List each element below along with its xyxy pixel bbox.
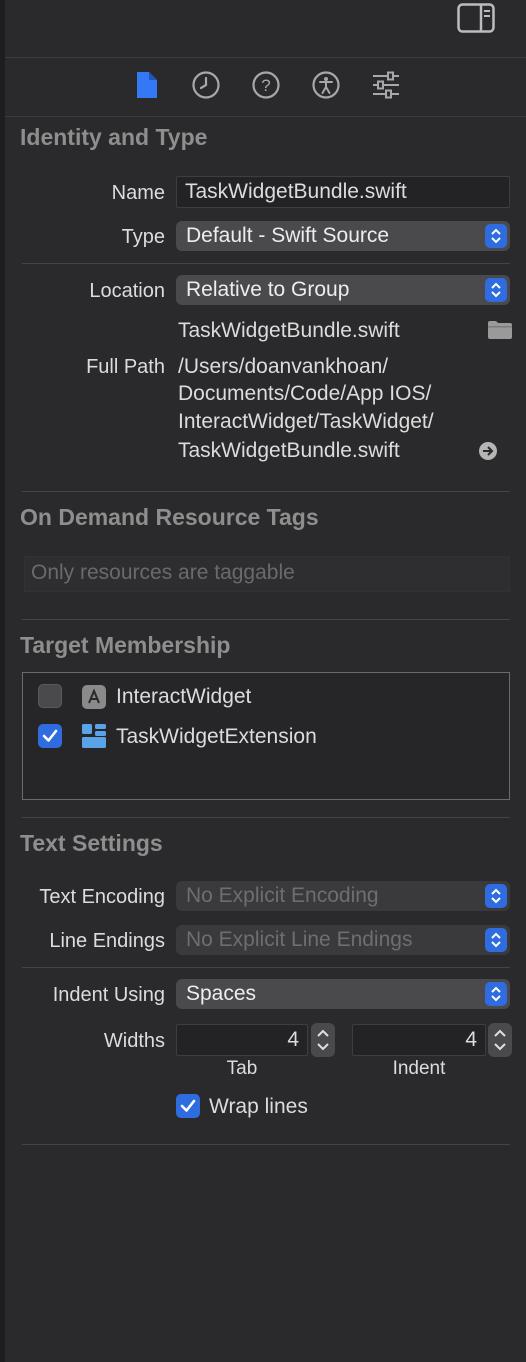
text-settings-section-title: Text Settings xyxy=(20,830,163,856)
line-endings-value: No Explicit Line Endings xyxy=(186,928,413,951)
popup-chevrons-icon xyxy=(485,224,507,248)
target-checkbox-interactwidget[interactable] xyxy=(38,684,62,708)
popup-chevrons-icon xyxy=(485,982,507,1006)
full-path-label: Full Path xyxy=(86,356,165,378)
section-divider-4 xyxy=(22,1144,510,1145)
indent-using-popup[interactable]: Spaces xyxy=(176,979,510,1009)
inspector-top-bar xyxy=(5,0,526,58)
type-popup-value: Default - Swift Source xyxy=(186,224,390,247)
full-path-line-4: TaskWidgetBundle.swift xyxy=(178,439,400,462)
resource-tags-placeholder: Only resources are taggable xyxy=(31,561,295,584)
popup-chevrons-icon xyxy=(485,278,507,302)
indent-caption: Indent xyxy=(392,1058,446,1079)
tab-width-stepper[interactable] xyxy=(311,1023,335,1057)
target-checkbox-taskwidgetextension[interactable] xyxy=(38,724,62,748)
tab-caption: Tab xyxy=(226,1058,258,1079)
resource-tags-field: Only resources are taggable xyxy=(24,556,510,592)
type-popup[interactable]: Default - Swift Source xyxy=(176,221,510,251)
full-path-line-2: Documents/Code/App IOS/ xyxy=(178,382,432,405)
type-label: Type xyxy=(121,226,165,248)
location-popup[interactable]: Relative to Group xyxy=(176,275,510,305)
text-encoding-popup[interactable]: No Explicit Encoding xyxy=(176,881,510,911)
target-label-taskwidgetextension: TaskWidgetExtension xyxy=(116,725,317,748)
location-label: Location xyxy=(89,280,165,302)
widget-extension-icon xyxy=(82,724,106,753)
app-target-icon xyxy=(82,685,106,714)
indent-width-field[interactable]: 4 xyxy=(352,1024,486,1056)
indent-using-value: Spaces xyxy=(186,982,257,1005)
folder-icon[interactable] xyxy=(487,320,513,345)
line-endings-popup[interactable]: No Explicit Line Endings xyxy=(176,925,510,955)
wrap-lines-label: Wrap lines xyxy=(209,1095,308,1118)
on-demand-section-title: On Demand Resource Tags xyxy=(20,504,319,530)
section-divider-3 xyxy=(22,817,510,818)
location-file-name: TaskWidgetBundle.swift xyxy=(178,319,400,342)
popup-chevrons-icon xyxy=(485,928,507,952)
full-path-line-1: /Users/doanvankhoan/ xyxy=(178,355,389,378)
quick-help-icon[interactable]: ? xyxy=(251,70,281,100)
accessibility-icon[interactable] xyxy=(311,70,341,100)
history-icon[interactable] xyxy=(191,70,221,100)
sidebar-toggle-icon[interactable] xyxy=(457,3,495,33)
svg-text:?: ? xyxy=(261,76,270,95)
toolbar-divider xyxy=(5,116,526,117)
text-settings-divider xyxy=(22,967,510,968)
membership-section-title: Target Membership xyxy=(20,632,231,658)
attributes-icon[interactable] xyxy=(371,70,401,100)
file-inspector-icon[interactable] xyxy=(135,70,159,100)
identity-divider xyxy=(22,263,510,264)
wrap-lines-checkbox[interactable] xyxy=(176,1094,200,1118)
target-label-interactwidget: InteractWidget xyxy=(116,685,252,708)
indent-using-label: Indent Using xyxy=(52,984,165,1006)
section-divider-1 xyxy=(22,491,510,492)
full-path-line-3: InteractWidget/TaskWidget/ xyxy=(178,410,434,433)
name-label: Name xyxy=(111,182,165,204)
widths-label: Widths xyxy=(103,1030,165,1052)
identity-section-title: Identity and Type xyxy=(20,124,208,150)
tab-width-field[interactable]: 4 xyxy=(176,1024,308,1056)
indent-width-stepper[interactable] xyxy=(488,1023,512,1057)
text-encoding-label: Text Encoding xyxy=(39,886,165,908)
popup-chevrons-icon xyxy=(485,884,507,908)
text-encoding-value: No Explicit Encoding xyxy=(186,884,379,907)
line-endings-label: Line Endings xyxy=(49,930,165,952)
location-popup-value: Relative to Group xyxy=(186,278,350,301)
name-field[interactable]: TaskWidgetBundle.swift xyxy=(176,176,510,208)
reveal-in-finder-icon[interactable] xyxy=(478,441,498,466)
section-divider-2 xyxy=(22,619,510,620)
